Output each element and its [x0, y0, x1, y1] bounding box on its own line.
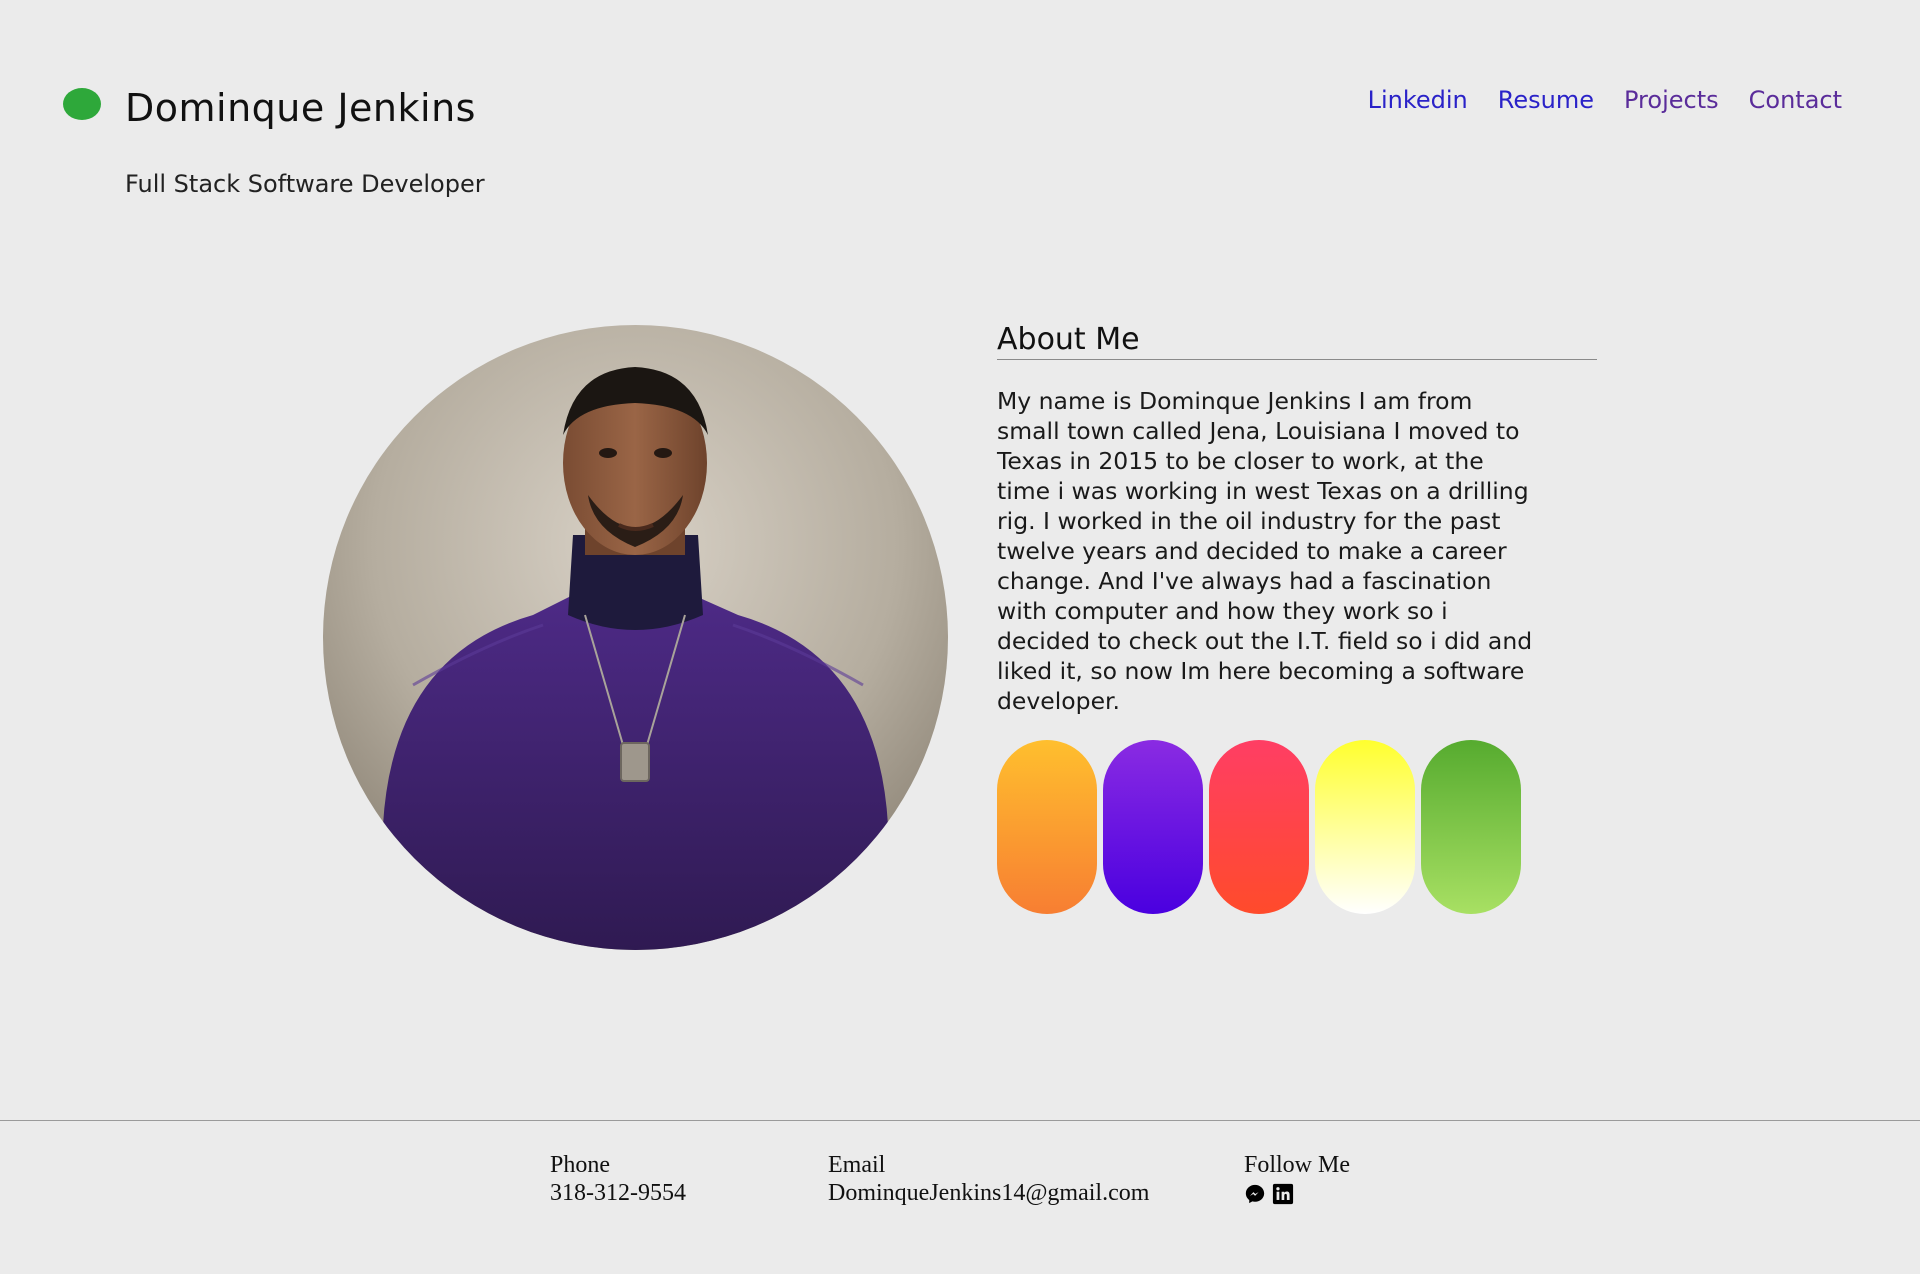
- email-address: DominqueJenkins14@gmail.com: [828, 1180, 1150, 1206]
- site-tagline: Full Stack Software Developer: [125, 170, 485, 198]
- nav-resume[interactable]: Resume: [1498, 86, 1594, 114]
- social-links: [1244, 1183, 1350, 1205]
- theme-swatch-red[interactable]: [1209, 740, 1309, 914]
- phone-number: 318-312-9554: [550, 1180, 686, 1206]
- nav-projects[interactable]: Projects: [1624, 86, 1719, 114]
- about-text: My name is Dominque Jenkins I am from sm…: [997, 387, 1533, 715]
- main-nav: Linkedin Resume Projects Contact: [1368, 86, 1842, 114]
- profile-photo: [323, 325, 948, 950]
- messenger-icon[interactable]: [1244, 1183, 1266, 1205]
- footer: Phone 318-312-9554 Email DominqueJenkins…: [0, 1120, 1920, 1274]
- nav-linkedin[interactable]: Linkedin: [1368, 86, 1468, 114]
- theme-swatch-orange[interactable]: [997, 740, 1097, 914]
- about-title: About Me: [997, 322, 1597, 360]
- site-name: Dominque Jenkins: [125, 86, 476, 130]
- theme-swatch-purple[interactable]: [1103, 740, 1203, 914]
- about-section: About Me My name is Dominque Jenkins I a…: [997, 322, 1597, 716]
- theme-swatch-green[interactable]: [1421, 740, 1521, 914]
- status-dot: [63, 88, 101, 120]
- theme-swatch-yellow[interactable]: [1315, 740, 1415, 914]
- linkedin-icon[interactable]: [1272, 1183, 1294, 1205]
- email-label: Email: [828, 1152, 886, 1178]
- footer-follow: Follow Me: [1244, 1151, 1350, 1205]
- profile-photo-illustration: [323, 325, 948, 950]
- follow-label: Follow Me: [1244, 1152, 1351, 1178]
- theme-swatches: [997, 740, 1521, 914]
- nav-contact[interactable]: Contact: [1749, 86, 1842, 114]
- footer-email: Email DominqueJenkins14@gmail.com: [828, 1151, 1149, 1207]
- phone-label: Phone: [550, 1152, 610, 1178]
- footer-phone: Phone 318-312-9554: [550, 1151, 686, 1207]
